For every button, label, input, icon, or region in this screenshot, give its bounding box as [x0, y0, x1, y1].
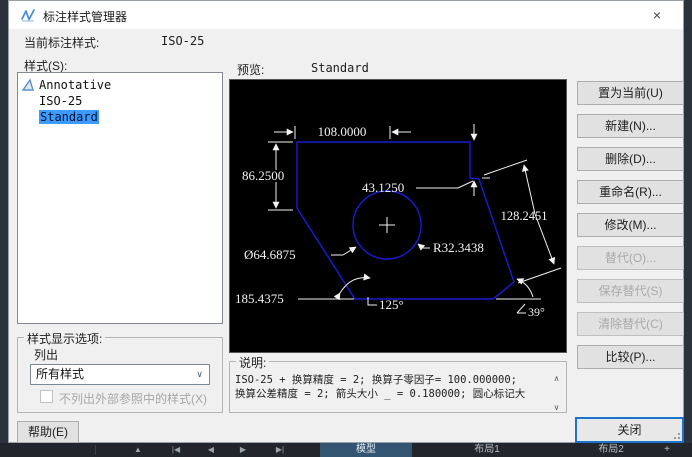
tab-layout2[interactable]: 布局2	[576, 443, 646, 457]
list-item-iso25[interactable]: ISO-25	[18, 93, 222, 109]
dim-aligned: 128.2451	[501, 209, 548, 223]
description-text: ISO-25 + 换算精度 = 2; 换算子零因子= 100.000000; 换…	[235, 373, 547, 401]
next-tab-icon[interactable]: ▶	[236, 443, 250, 457]
list-item-standard[interactable]: Standard	[18, 109, 222, 125]
dim-diameter: Ø64.6875	[244, 247, 296, 262]
preview-style-value: Standard	[311, 61, 369, 75]
scroll-up-icon[interactable]: ∧	[550, 374, 563, 383]
last-tab-icon[interactable]: ▶|	[270, 443, 290, 457]
description-scrollbar[interactable]: ∧ ∨	[550, 374, 563, 412]
screen: ▲ |◀ ◀ ▶ ▶| 模型 布局1 布局2 + 标注样式管理器 × 当前标注样…	[0, 0, 692, 457]
current-style-label: 当前标注样式:	[24, 34, 99, 51]
xref-checkbox-label: 不列出外部参照中的样式(X)	[59, 390, 207, 407]
scroll-down-icon[interactable]: ∨	[550, 403, 563, 412]
chevron-down-icon: ∨	[196, 365, 203, 384]
preview-label: 预览:	[237, 61, 264, 78]
clear-override-button: 清除替代(C)	[577, 312, 684, 336]
new-button[interactable]: 新建(N)...	[577, 114, 684, 138]
first-tab-icon[interactable]: |◀	[166, 443, 186, 457]
tab-model[interactable]: 模型	[320, 443, 412, 457]
xref-checkbox	[40, 390, 53, 403]
layout-tab-bar: ▲ |◀ ◀ ▶ ▶| 模型 布局1 布局2 +	[0, 443, 692, 457]
set-current-button[interactable]: 置为当前(U)	[577, 81, 684, 105]
close-dialog-button[interactable]: 关闭	[575, 417, 684, 443]
help-button[interactable]: 帮助(E)	[17, 421, 79, 443]
selected-style-name: Standard	[39, 110, 99, 124]
app-background-right	[684, 0, 692, 457]
dialog-titlebar[interactable]: 标注样式管理器 ×	[9, 1, 683, 29]
rename-button[interactable]: 重命名(R)...	[577, 180, 684, 204]
part-outline	[297, 142, 514, 299]
dim-angle-left: 125°	[379, 297, 404, 312]
description-line: 换算公差精度 = 2; 箭头大小 _ = 0.180000; 圆心标记大	[235, 387, 547, 401]
preview-drawing: 108.0000 86.2500 43.1250 128.2451 Ø64.68…	[230, 80, 566, 352]
dim-radius: R32.3438	[433, 240, 484, 255]
dimension-style-manager-dialog: 标注样式管理器 × 当前标注样式: ISO-25 样式(S): Annotati…	[8, 0, 684, 443]
modify-button[interactable]: 修改(M)...	[577, 213, 684, 237]
add-layout-tab[interactable]: +	[652, 443, 682, 457]
styles-listbox[interactable]: Annotative ISO-25 Standard	[17, 72, 223, 324]
compare-button[interactable]: 比较(P)...	[577, 345, 684, 369]
style-display-options-legend: 样式显示选项:	[24, 330, 105, 347]
home-icon[interactable]: ▲	[130, 443, 146, 457]
override-button: 替代(O)...	[577, 246, 684, 270]
dimension-preview: 108.0000 86.2500 43.1250 128.2451 Ø64.68…	[229, 79, 567, 353]
current-style-value: ISO-25	[161, 34, 204, 48]
list-label: 列出	[34, 346, 58, 363]
save-override-button: 保存替代(S)	[577, 279, 684, 303]
description-group: 说明: ISO-25 + 换算精度 = 2; 换算子零因子= 100.00000…	[229, 361, 567, 413]
dim-left: 86.2500	[242, 168, 284, 183]
dim-bottom: 185.4375	[235, 291, 284, 306]
dialog-title: 标注样式管理器	[43, 8, 127, 25]
annotative-icon	[21, 78, 35, 92]
dimension-style-icon	[21, 8, 36, 23]
close-icon[interactable]: ×	[639, 1, 675, 29]
dim-top: 108.0000	[318, 124, 367, 139]
list-item-annotative[interactable]: Annotative	[18, 77, 222, 93]
dimension-texts: 108.0000 86.2500 43.1250 128.2451 Ø64.68…	[235, 124, 547, 319]
taskbar-divider	[95, 445, 96, 455]
prev-tab-icon[interactable]: ◀	[204, 443, 218, 457]
center-mark-icon	[379, 217, 395, 233]
dim-step: 43.1250	[362, 180, 404, 195]
description-legend: 说明:	[236, 354, 269, 371]
style-display-options-group: 样式显示选项: 列出 所有样式 ∨ 不列出外部参照中的样式(X)	[17, 337, 223, 413]
app-background-left	[0, 0, 8, 457]
tab-layout1[interactable]: 布局1	[448, 443, 526, 457]
style-name: ISO-25	[39, 94, 82, 108]
description-line: ISO-25 + 换算精度 = 2; 换算子零因子= 100.000000;	[235, 373, 547, 387]
list-filter-value: 所有样式	[36, 367, 84, 381]
dim-angle-right: 39°	[528, 305, 545, 319]
resize-grip[interactable]	[671, 430, 681, 440]
style-name: Annotative	[39, 78, 111, 92]
list-filter-dropdown[interactable]: 所有样式 ∨	[30, 364, 210, 385]
delete-button[interactable]: 删除(D)...	[577, 147, 684, 171]
